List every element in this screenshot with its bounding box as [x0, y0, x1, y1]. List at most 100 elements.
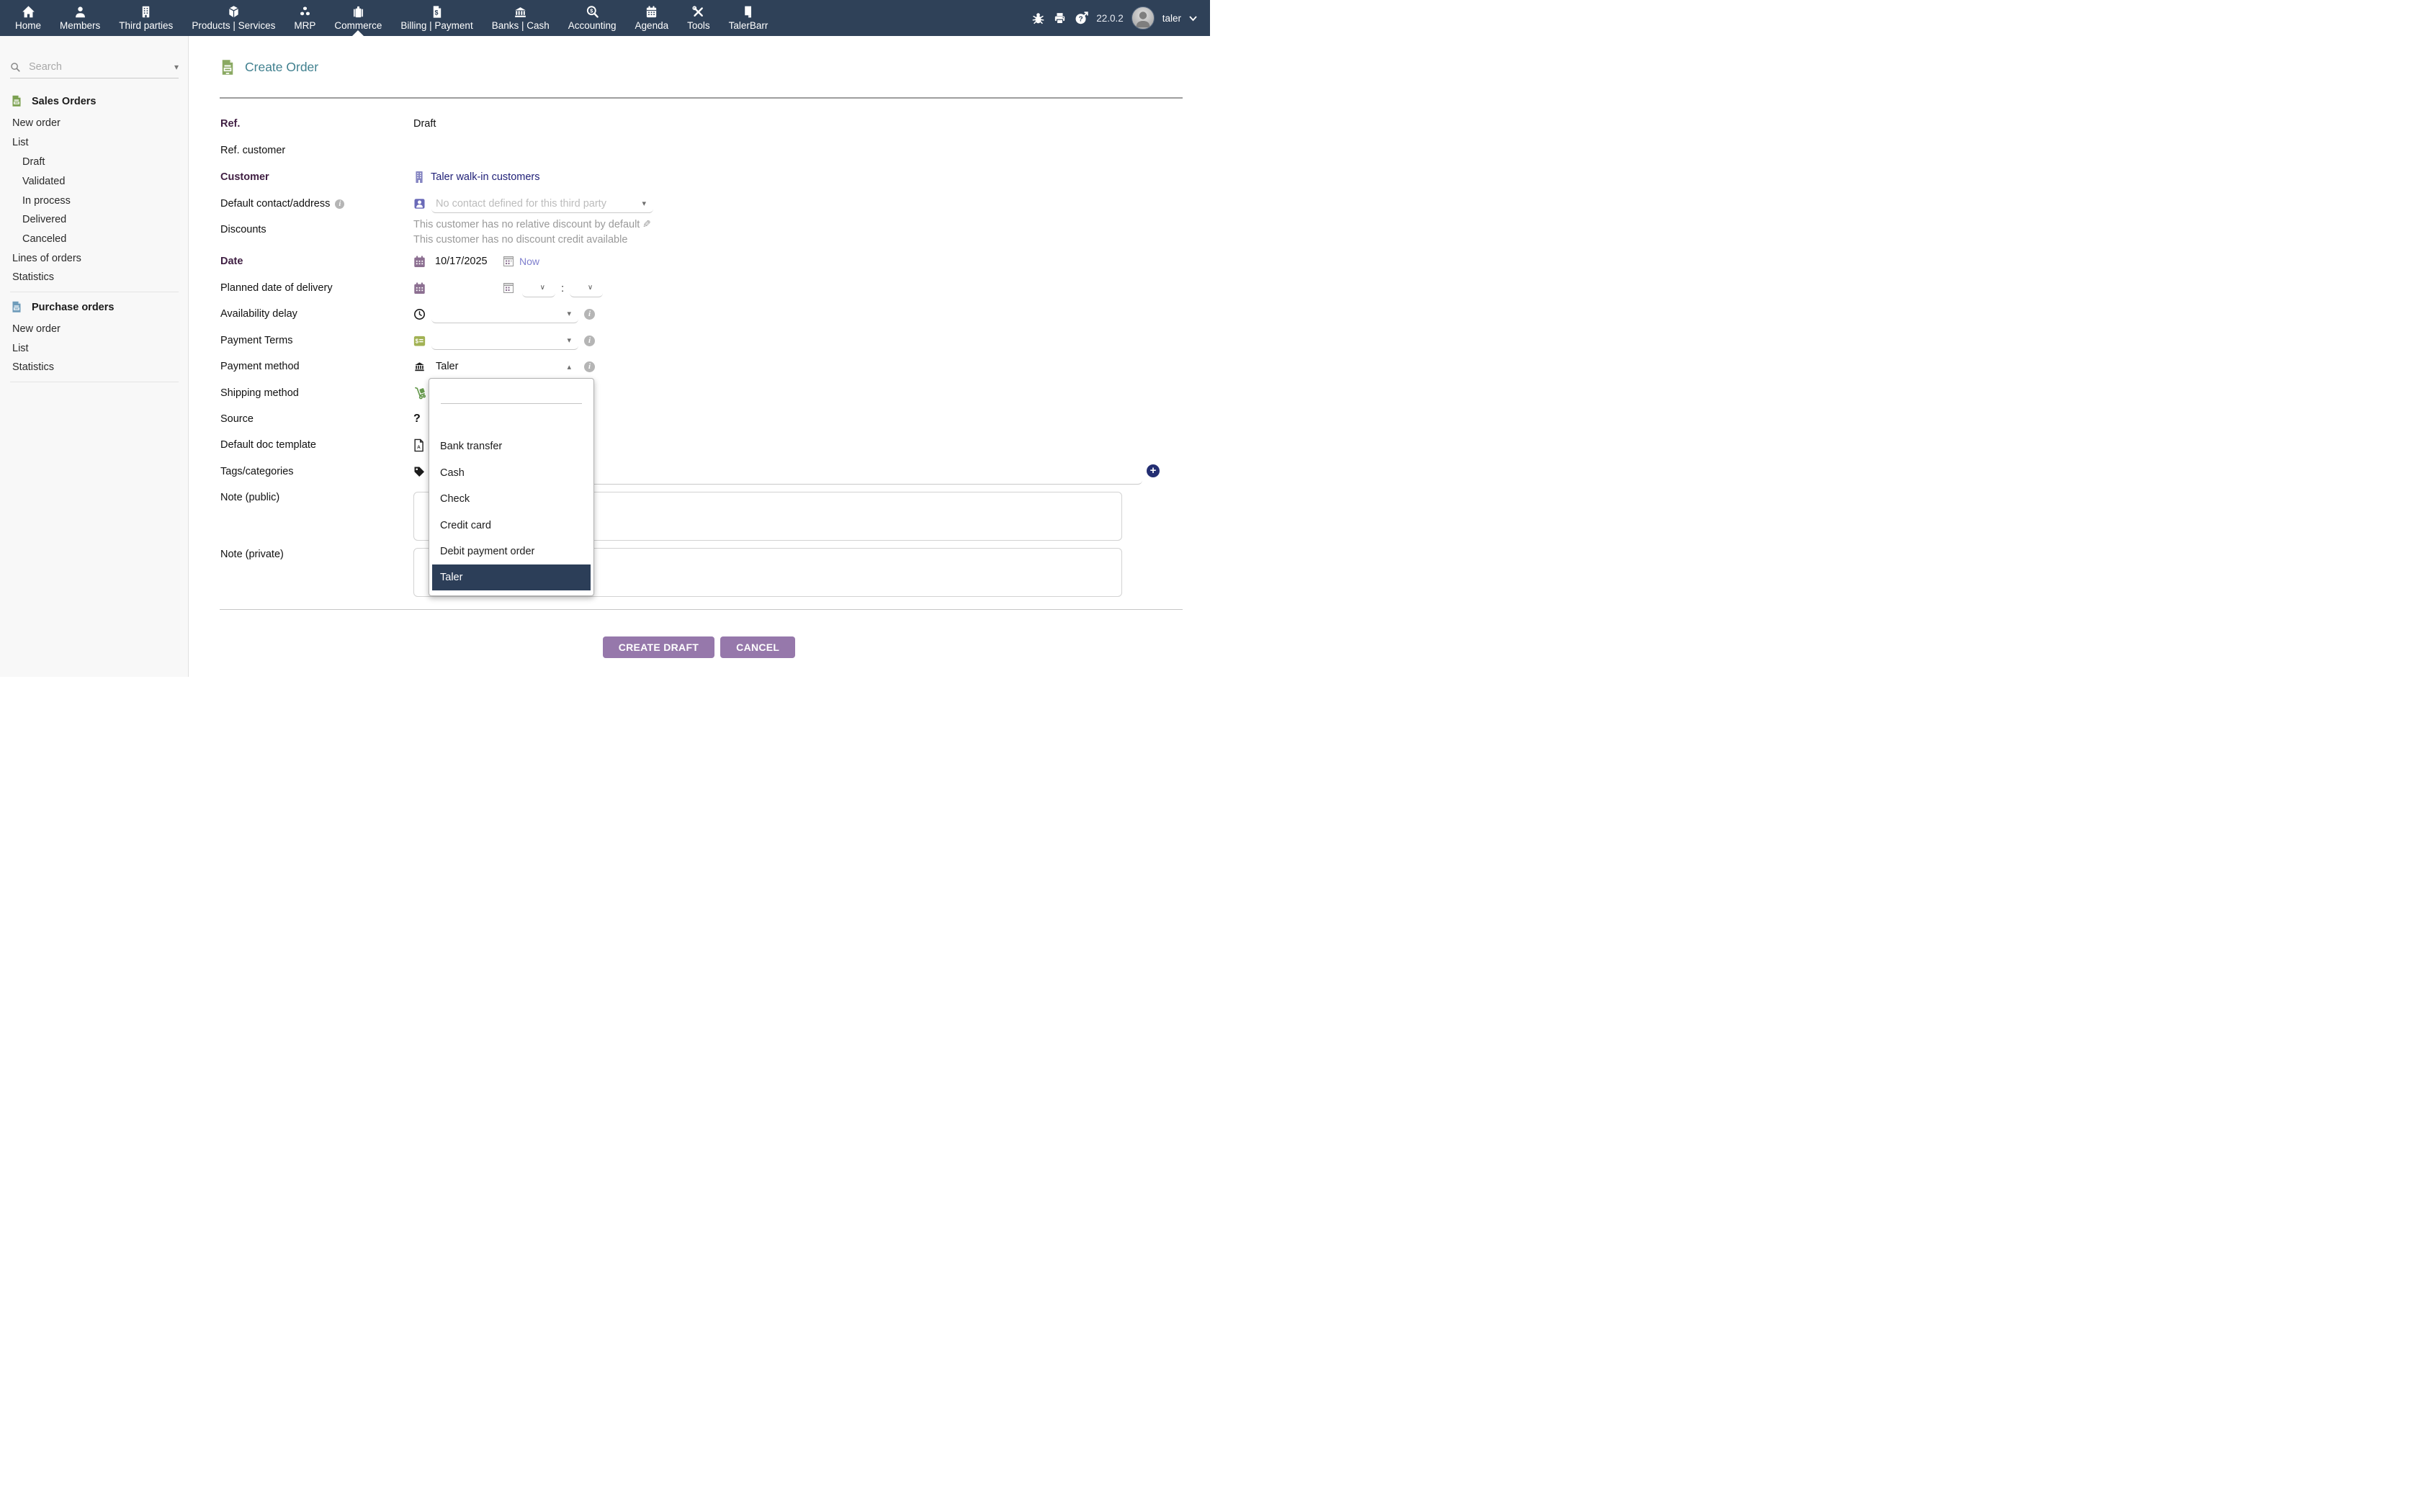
sidebar-item-canceled[interactable]: Canceled [22, 233, 66, 245]
row-source: Source ? [220, 410, 1186, 428]
planned-date-picker-icon[interactable] [503, 283, 514, 293]
member-icon [73, 5, 87, 19]
delivery-hour-select[interactable]: ∨ [522, 279, 555, 297]
page: Home Members Third parties Products | Se… [0, 0, 1210, 756]
payment-method-value: Taler [431, 361, 458, 372]
nav-label: MRP [294, 20, 315, 31]
row-payment-terms: Payment Terms $ ▾ i [220, 332, 1186, 349]
nav-tools[interactable]: Tools [678, 0, 720, 36]
date-calendar-icon [413, 255, 426, 269]
action-buttons: CREATE DRAFT CANCEL [188, 636, 1210, 658]
hour-caret-icon: ∨ [540, 284, 545, 292]
sidebar-item-draft[interactable]: Draft [22, 156, 45, 168]
sidebar-item-lines-of-orders[interactable]: Lines of orders [12, 253, 81, 264]
sidebar-section-purchase-orders[interactable]: Purchase orders [11, 301, 114, 313]
availability-info-icon[interactable]: i [584, 309, 595, 320]
planned-date-input[interactable] [431, 280, 498, 296]
tools-icon [691, 5, 705, 19]
row-ref: Ref. Draft [220, 115, 1186, 132]
date-input[interactable] [431, 253, 498, 269]
ref-customer-input[interactable] [413, 143, 534, 158]
sidebar-item-in-process[interactable]: In process [22, 195, 71, 207]
search-caret-icon[interactable]: ▾ [174, 62, 179, 72]
availability-caret-icon: ▾ [567, 309, 571, 318]
delivery-minute-select[interactable]: ∨ [570, 279, 603, 297]
dropdown-option-credit-card[interactable]: Credit card [432, 513, 591, 539]
payment-method-select[interactable]: Taler ▴ [431, 358, 578, 375]
top-navbar: Home Members Third parties Products | Se… [0, 0, 1210, 36]
payment-method-info-icon[interactable]: i [584, 361, 595, 372]
contact-label: Default contact/address i [220, 198, 413, 210]
nav-banks-cash[interactable]: Banks | Cash [483, 0, 559, 36]
nav-commerce[interactable]: Commerce [325, 0, 391, 36]
sidebar-item-po-new-order[interactable]: New order [12, 323, 60, 335]
customer-company-icon [413, 171, 425, 184]
nav-mrp[interactable]: MRP [284, 0, 325, 36]
sidebar-item-delivered[interactable]: Delivered [22, 214, 66, 225]
product-box-icon [227, 5, 241, 19]
sales-orders-icon [11, 95, 22, 107]
top-menu: Home Members Third parties Products | Se… [0, 0, 777, 36]
source-label: Source [220, 413, 413, 425]
payment-method-caret-icon: ▴ [567, 362, 571, 372]
ref-value: Draft [413, 118, 436, 130]
payment-terms-info-icon[interactable]: i [584, 336, 595, 346]
user-avatar[interactable] [1131, 6, 1155, 30]
nav-products-services[interactable]: Products | Services [182, 0, 284, 36]
nav-members[interactable]: Members [50, 0, 109, 36]
sidebar-item-list[interactable]: List [12, 137, 29, 148]
note-private-label: Note (private) [220, 549, 413, 560]
nav-talerbarr[interactable]: TalerBarr [720, 0, 778, 36]
nav-accounting[interactable]: $ Accounting [559, 0, 626, 36]
nav-label: Tools [687, 20, 710, 31]
customer-link[interactable]: Taler walk-in customers [431, 171, 540, 183]
date-picker-icon[interactable] [503, 256, 514, 266]
nav-billing-payment[interactable]: $ Billing | Payment [391, 0, 482, 36]
nav-label: Products | Services [192, 20, 275, 31]
payment-terms-select[interactable]: ▾ [431, 332, 578, 350]
sidebar-section-sales-orders[interactable]: Sales Orders [11, 95, 96, 107]
sidebar-item-validated[interactable]: Validated [22, 176, 65, 187]
version-number: 22.0.2 [1096, 13, 1124, 24]
sidebar-item-new-order[interactable]: New order [12, 117, 60, 129]
help-icon[interactable]: ? [1075, 12, 1088, 25]
add-tag-button[interactable]: + [1147, 464, 1160, 477]
dropdown-option-debit-payment-order[interactable]: Debit payment order [432, 539, 591, 564]
page-header: Create Order [220, 59, 318, 76]
contact-select[interactable]: No contact defined for this third party … [431, 195, 653, 213]
sidebar-item-po-list[interactable]: List [12, 343, 29, 354]
sidebar-item-statistics[interactable]: Statistics [12, 271, 54, 283]
row-date: Date Now [220, 253, 1186, 270]
dropdown-search-input[interactable] [441, 387, 585, 400]
tags-label: Tags/categories [220, 466, 413, 477]
top-right-tools: ? 22.0.2 taler [1031, 0, 1210, 36]
delivery-calendar-icon [413, 282, 426, 295]
search-input[interactable] [27, 60, 174, 73]
edit-discount-icon[interactable]: ✎ [642, 217, 651, 232]
username[interactable]: taler [1162, 13, 1181, 24]
sidebar-item-po-statistics[interactable]: Statistics [12, 361, 54, 373]
nav-agenda[interactable]: Agenda [626, 0, 678, 36]
contact-card-icon [413, 197, 426, 210]
availability-select[interactable]: ▾ [431, 305, 578, 323]
nav-home[interactable]: Home [6, 0, 50, 36]
contact-info-icon[interactable]: i [335, 199, 344, 209]
nav-label: Home [15, 20, 41, 31]
chevron-down-icon[interactable] [1189, 15, 1197, 22]
print-icon[interactable] [1053, 12, 1067, 25]
create-draft-button[interactable]: CREATE DRAFT [603, 636, 714, 658]
dropdown-option-empty[interactable] [432, 408, 591, 433]
now-link[interactable]: Now [519, 256, 539, 267]
row-availability: Availability delay ▾ i [220, 305, 1186, 323]
dropdown-option-check[interactable]: Check [432, 486, 591, 512]
bug-icon[interactable] [1031, 12, 1045, 25]
cancel-button[interactable]: CANCEL [720, 636, 795, 658]
dropdown-option-bank-transfer[interactable]: Bank transfer [432, 433, 591, 459]
title-divider [220, 97, 1183, 99]
nav-third-parties[interactable]: Third parties [109, 0, 182, 36]
nav-label: TalerBarr [729, 20, 768, 31]
dropdown-option-taler-selected[interactable]: Taler [432, 564, 591, 590]
discount-line1: This customer has no relative discount b… [413, 217, 1062, 233]
accounting-search-icon: $ [586, 5, 599, 19]
dropdown-option-cash[interactable]: Cash [432, 460, 591, 486]
